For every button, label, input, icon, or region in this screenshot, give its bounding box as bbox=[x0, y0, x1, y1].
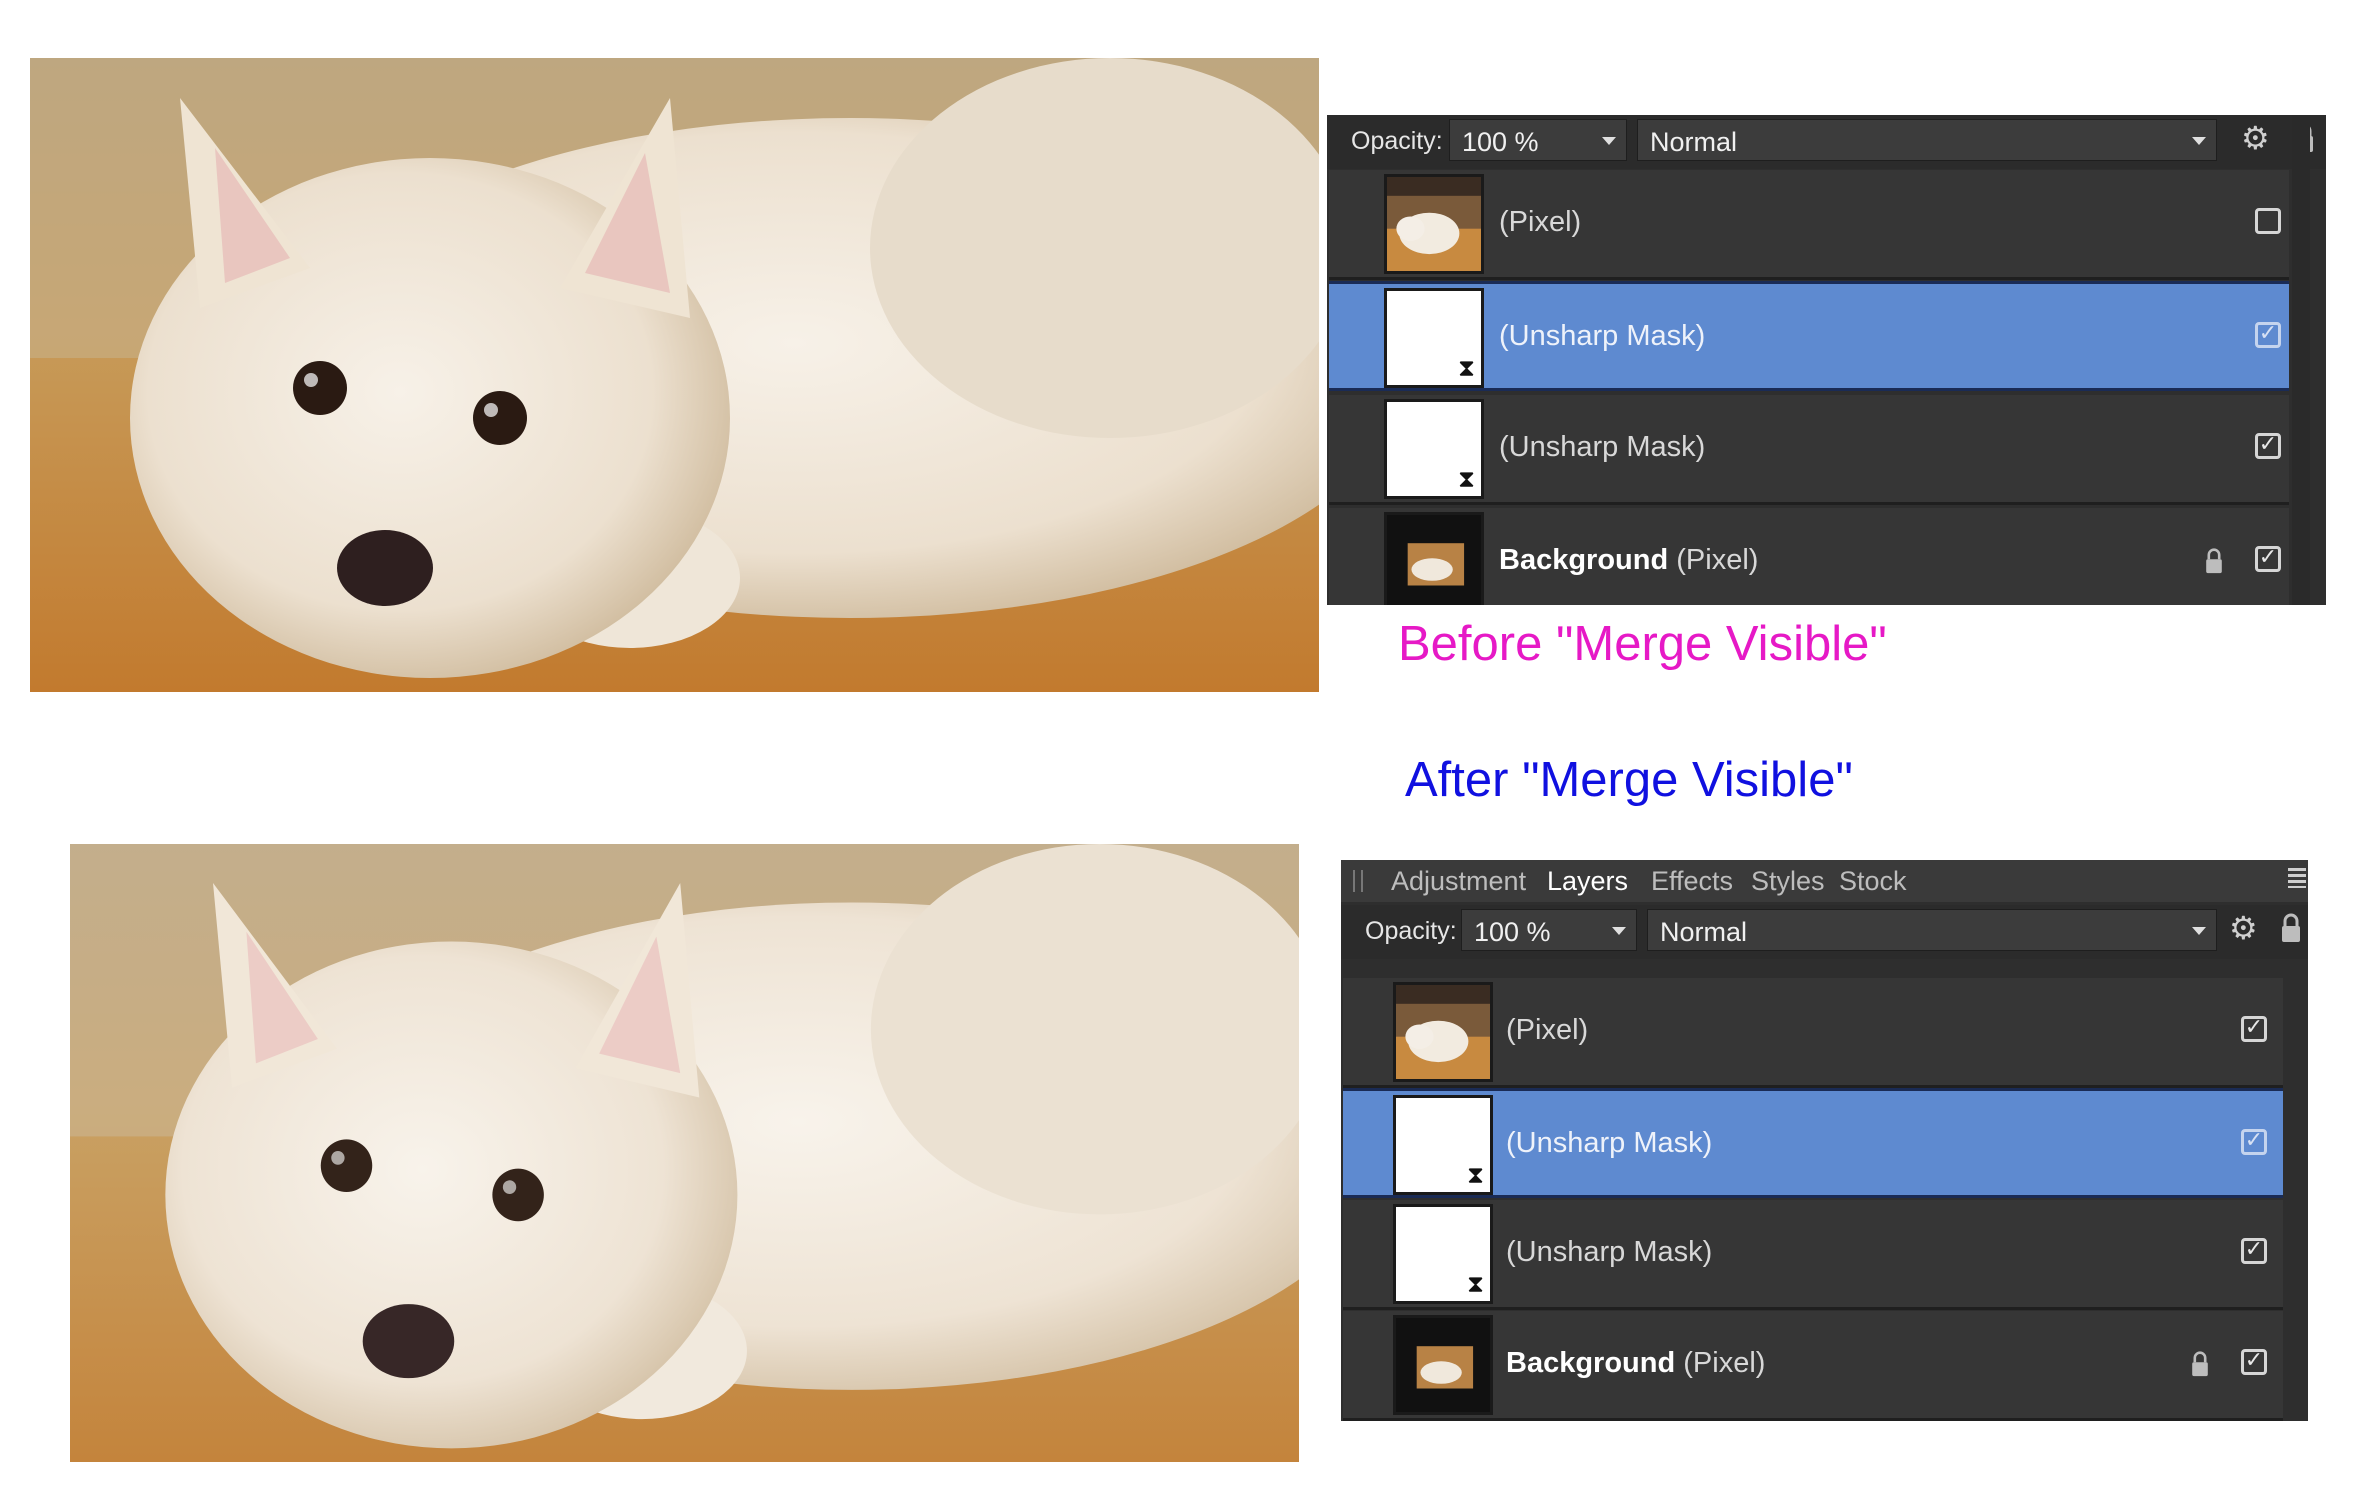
hourglass-icon: ⧗ bbox=[1467, 1271, 1484, 1298]
layer-thumbnail: ⧗ bbox=[1393, 1204, 1493, 1304]
layer-thumbnail: ⧗ bbox=[1393, 1095, 1493, 1195]
layers-panel-after: Adjustment Layers Effects Styles Stock O… bbox=[1341, 860, 2308, 1421]
layer-thumbnail bbox=[1384, 174, 1484, 274]
layer-thumbnail bbox=[1384, 512, 1484, 605]
dog-photo-before bbox=[30, 58, 1319, 692]
layer-row-pixel[interactable]: (Pixel) ✓ bbox=[1343, 978, 2283, 1088]
dog-photo-after-art bbox=[70, 844, 1299, 1462]
lock-icon[interactable] bbox=[2191, 1351, 2209, 1377]
opacity-dropdown[interactable]: 100 % bbox=[1461, 909, 1637, 951]
blend-mode-value: Normal bbox=[1660, 917, 1748, 947]
opacity-label: Opacity: bbox=[1351, 127, 1443, 155]
tab-layers[interactable]: Layers bbox=[1547, 866, 1628, 897]
layer-options-bar: Opacity: 100 % Normal ⚙ bbox=[1341, 905, 2308, 959]
layer-name-label: Background (Pixel) bbox=[1499, 544, 1758, 577]
after-merge-caption: After "Merge Visible" bbox=[1405, 753, 1853, 807]
layer-type-label: (Unsharp Mask) bbox=[1499, 431, 1706, 463]
blend-mode-dropdown[interactable]: Normal bbox=[1647, 909, 2217, 951]
visibility-checkbox[interactable]: ✓ bbox=[2255, 546, 2281, 572]
layer-type-label: (Unsharp Mask) bbox=[1506, 1127, 1713, 1159]
layer-type-label: (Unsharp Mask) bbox=[1499, 320, 1706, 352]
layer-options-bar: Opacity: 100 % Normal ⚙ bbox=[1327, 115, 2326, 169]
visibility-checkbox[interactable]: ✓ bbox=[2241, 1349, 2267, 1375]
layer-row-pixel[interactable]: (Pixel) bbox=[1329, 170, 2289, 280]
layer-row-unsharp-mask-selected[interactable]: ⧗ (Unsharp Mask) ✓ bbox=[1343, 1088, 2283, 1198]
visibility-checkbox[interactable] bbox=[2255, 208, 2281, 234]
panel-menu-icon[interactable] bbox=[2288, 868, 2306, 888]
layer-thumbnail bbox=[1393, 982, 1493, 1082]
tab-stock[interactable]: Stock bbox=[1839, 866, 1907, 897]
layer-row-unsharp-mask-selected[interactable]: ⧗ (Unsharp Mask) ✓ bbox=[1329, 281, 2289, 391]
dog-photo-after bbox=[70, 844, 1299, 1462]
layer-type-label: (Pixel) bbox=[1506, 1014, 1589, 1046]
layer-name-label: Background (Pixel) bbox=[1506, 1347, 1765, 1380]
visibility-checkbox[interactable]: ✓ bbox=[2241, 1016, 2267, 1042]
layer-row-background[interactable]: Background (Pixel) ✓ bbox=[1329, 508, 2289, 605]
layer-name: Background bbox=[1506, 1347, 1676, 1379]
visibility-checkbox[interactable]: ✓ bbox=[2255, 433, 2281, 459]
layer-type-label: (Pixel) bbox=[1499, 206, 1582, 238]
layer-type: (Pixel) bbox=[1683, 1347, 1766, 1379]
opacity-label: Opacity: bbox=[1365, 917, 1457, 945]
lock-icon[interactable] bbox=[2281, 913, 2301, 943]
tab-effects[interactable]: Effects bbox=[1651, 866, 1733, 897]
layer-row-background[interactable]: Background (Pixel) ✓ bbox=[1343, 1311, 2283, 1421]
visibility-checkbox[interactable]: ✓ bbox=[2241, 1238, 2267, 1264]
visibility-checkbox[interactable]: ✓ bbox=[2241, 1129, 2267, 1155]
chevron-down-icon bbox=[1612, 927, 1626, 935]
layer-name: Background bbox=[1499, 544, 1669, 576]
opacity-dropdown[interactable]: 100 % bbox=[1449, 119, 1627, 161]
layer-thumbnail: ⧗ bbox=[1384, 399, 1484, 499]
blend-mode-value: Normal bbox=[1650, 127, 1738, 157]
layer-thumbnail: ⧗ bbox=[1384, 288, 1484, 388]
chevron-down-icon bbox=[1602, 137, 1616, 145]
hourglass-icon: ⧗ bbox=[1458, 355, 1475, 382]
dog-photo-before-art bbox=[30, 58, 1319, 692]
hourglass-icon: ⧗ bbox=[1467, 1162, 1484, 1189]
layer-row-unsharp-mask[interactable]: ⧗ (Unsharp Mask) ✓ bbox=[1329, 395, 2289, 505]
layers-panel-before: Opacity: 100 % Normal ⚙ (Pixel) ⧗ (Unsha… bbox=[1327, 115, 2326, 605]
blend-mode-dropdown[interactable]: Normal bbox=[1637, 119, 2217, 161]
chevron-down-icon bbox=[2192, 137, 2206, 145]
layer-type: (Pixel) bbox=[1676, 544, 1759, 576]
visibility-checkbox[interactable]: ✓ bbox=[2255, 322, 2281, 348]
panel-tab-bar: Adjustment Layers Effects Styles Stock bbox=[1341, 860, 2308, 902]
gear-icon[interactable]: ⚙ bbox=[2241, 122, 2270, 154]
layer-thumbnail bbox=[1393, 1315, 1493, 1415]
gear-icon[interactable]: ⚙ bbox=[2229, 912, 2258, 944]
opacity-value: 100 % bbox=[1462, 127, 1539, 157]
opacity-value: 100 % bbox=[1474, 917, 1551, 947]
tab-adjustment[interactable]: Adjustment bbox=[1391, 866, 1526, 897]
scrollbar[interactable] bbox=[2292, 115, 2310, 605]
lock-icon[interactable] bbox=[2205, 548, 2223, 574]
before-merge-caption: Before "Merge Visible" bbox=[1398, 617, 1887, 671]
grip-icon[interactable] bbox=[1353, 870, 1363, 892]
layer-type-label: (Unsharp Mask) bbox=[1506, 1236, 1713, 1268]
hourglass-icon: ⧗ bbox=[1458, 466, 1475, 493]
layer-row-unsharp-mask[interactable]: ⧗ (Unsharp Mask) ✓ bbox=[1343, 1200, 2283, 1310]
chevron-down-icon bbox=[2192, 927, 2206, 935]
tab-styles[interactable]: Styles bbox=[1751, 866, 1825, 897]
